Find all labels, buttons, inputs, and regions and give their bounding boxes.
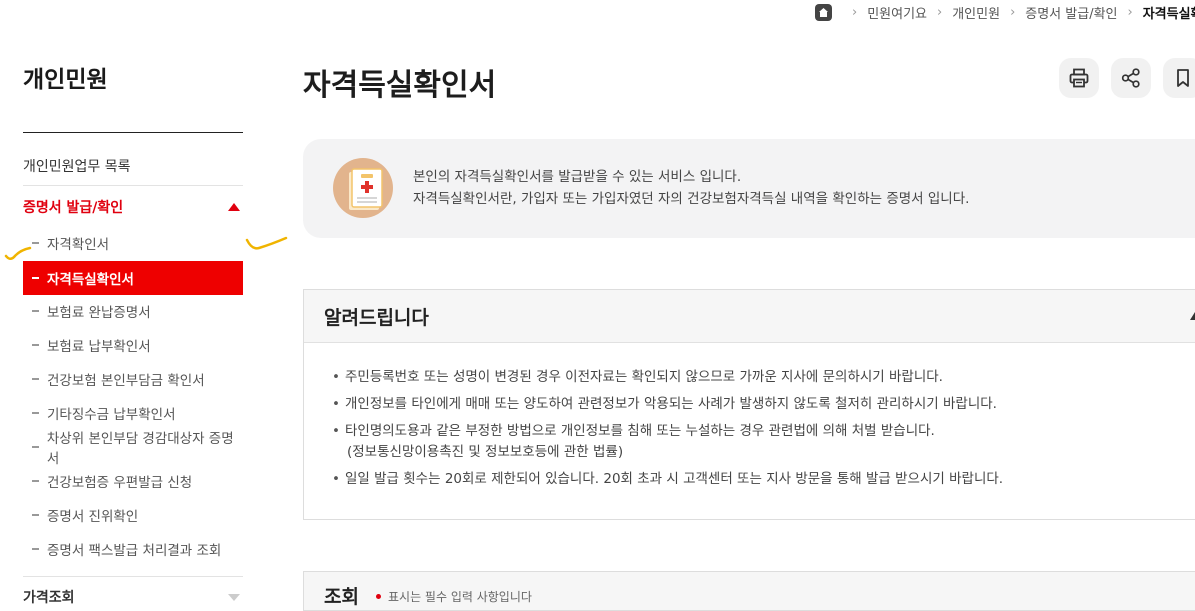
dash-icon [32, 344, 39, 346]
dash-icon [32, 378, 39, 380]
annotation-check-icon [4, 246, 32, 260]
service-description: 본인의 자격득실확인서를 발급받을 수 있는 서비스 입니다. 자격득실확인서란… [413, 166, 969, 210]
sidebar-subitem-label: 보험료 완납증명서 [47, 305, 151, 321]
search-title: 조회 [324, 586, 359, 608]
required-note: 표시는 필수 입력 사항입니다 [388, 590, 532, 604]
share-icon [1121, 68, 1140, 88]
chevron-right-icon: › [852, 4, 858, 20]
dash-icon [32, 277, 39, 279]
notice-list: 주민등록번호 또는 성명이 변경된 경우 이전자료는 확인되지 않으므로 가까운… [304, 343, 1195, 490]
breadcrumb-item[interactable]: 개인민원 [952, 3, 1000, 22]
notice-item-subtext: (정보통신망이용촉진 및 정보보호등에 관한 법률) [347, 444, 624, 460]
breadcrumb: › 민원여기요 › 개인민원 › 증명서 발급/확인 › 자격득실확인서 [815, 2, 1195, 22]
expand-arrow-icon [228, 593, 240, 601]
sidebar-subitem-active[interactable]: 자격득실확인서 [23, 261, 243, 295]
sidebar-section-price[interactable]: 가격조회 [23, 586, 243, 608]
share-button[interactable] [1111, 58, 1151, 98]
dash-icon [32, 446, 39, 448]
sidebar-section-label: 가격조회 [23, 590, 75, 606]
dash-icon [32, 310, 39, 312]
notice-item-text: 타인명의도용과 같은 부정한 방법으로 개인정보를 침해 또는 누설하는 경우 … [345, 423, 935, 439]
sidebar-subitem-label: 자격득실확인서 [47, 272, 134, 288]
search-panel: 조회 표시는 필수 입력 사항입니다 [303, 571, 1195, 611]
notice-item: 일일 발급 횟수는 20회로 제한되어 있습니다. 20회 초과 시 고객센터 … [332, 469, 1195, 490]
breadcrumb-item[interactable]: 증명서 발급/확인 [1025, 3, 1117, 22]
print-icon [1069, 68, 1089, 88]
required-dot-icon [376, 594, 381, 599]
collapse-arrow-icon[interactable] [1190, 312, 1195, 320]
annotation-check-icon [245, 236, 288, 250]
document-icon [333, 158, 393, 218]
sidebar-section-label: 증명서 발급/확인 [23, 200, 124, 216]
sidebar-item-complaint-list[interactable]: 개인민원업무 목록 [23, 156, 243, 176]
notice-item: 개인정보를 타인에게 매매 또는 양도하여 관련정보가 악용되는 사례가 발생하… [332, 394, 1195, 415]
breadcrumb-current: 자격득실확인서 [1142, 6, 1195, 22]
notice-panel: 알려드립니다 주민등록번호 또는 성명이 변경된 경우 이전자료는 확인되지 않… [303, 289, 1195, 520]
sidebar-subitem-label: 건강보험증 우편발급 신청 [47, 475, 193, 491]
sidebar-subitem[interactable]: 보험료 완납증명서 [23, 294, 243, 328]
dash-icon [32, 548, 39, 550]
sidebar-title: 개인민원 [23, 67, 108, 93]
dash-icon [32, 514, 39, 516]
sidebar-subitem[interactable]: 증명서 진위확인 [23, 498, 243, 532]
sidebar-subitem[interactable]: 건강보험증 우편발급 신청 [23, 464, 243, 498]
sidebar-subitem-label: 기타징수금 납부확인서 [47, 407, 176, 423]
sidebar-divider [23, 132, 243, 133]
notice-item: 타인명의도용과 같은 부정한 방법으로 개인정보를 침해 또는 누설하는 경우 … [332, 421, 1195, 463]
print-button[interactable] [1059, 58, 1099, 98]
page-title: 자격득실확인서 [303, 68, 497, 103]
bookmark-icon [1177, 69, 1189, 87]
breadcrumb-item[interactable]: 민원여기요 [867, 3, 927, 22]
sidebar-divider [23, 576, 243, 577]
sidebar-section-certificates[interactable]: 증명서 발급/확인 [23, 196, 243, 218]
sidebar-subitem-label: 자격확인서 [47, 237, 110, 253]
dash-icon [32, 480, 39, 482]
chevron-right-icon: › [1127, 4, 1133, 20]
sidebar-subitem[interactable]: 차상위 본인부담 경감대상자 증명서 [23, 430, 243, 467]
sidebar-subitem[interactable]: 건강보험 본인부담금 확인서 [23, 362, 243, 396]
notice-header[interactable]: 알려드립니다 [304, 290, 1195, 343]
sidebar-subitem-label: 증명서 팩스발급 처리결과 조회 [47, 543, 222, 559]
collapse-arrow-icon [228, 203, 240, 211]
chevron-right-icon: › [937, 4, 943, 20]
sidebar-subitem-label: 증명서 진위확인 [47, 509, 139, 525]
sidebar-subitem[interactable]: 증명서 팩스발급 처리결과 조회 [23, 532, 243, 566]
sidebar-subitem[interactable]: 자격확인서 [23, 226, 243, 260]
sidebar-divider [23, 185, 243, 186]
sidebar-subitem[interactable]: 보험료 납부확인서 [23, 328, 243, 362]
notice-title: 알려드립니다 [324, 306, 429, 329]
notice-item-text: 개인정보를 타인에게 매매 또는 양도하여 관련정보가 악용되는 사례가 발생하… [345, 396, 997, 412]
notice-item: 주민등록번호 또는 성명이 변경된 경우 이전자료는 확인되지 않으므로 가까운… [332, 367, 1195, 388]
sidebar-subitem[interactable]: 기타징수금 납부확인서 [23, 396, 243, 430]
bookmark-button[interactable] [1163, 58, 1195, 98]
dash-icon [32, 412, 39, 414]
sidebar-subitem-label: 건강보험 본인부담금 확인서 [47, 373, 205, 389]
chevron-right-icon: › [1010, 4, 1016, 20]
service-description-line: 자격득실확인서란, 가입자 또는 가입자였던 자의 건강보험자격득실 내역을 확… [413, 191, 970, 207]
service-info-box: 본인의 자격득실확인서를 발급받을 수 있는 서비스 입니다. 자격득실확인서란… [303, 139, 1195, 238]
home-icon[interactable] [815, 3, 832, 21]
sidebar-subitem-label: 보험료 납부확인서 [47, 339, 151, 355]
sidebar-subitem-label: 차상위 본인부담 경감대상자 증명서 [46, 431, 234, 467]
service-description-line: 본인의 자격득실확인서를 발급받을 수 있는 서비스 입니다. [413, 169, 742, 185]
notice-item-text: 일일 발급 횟수는 20회로 제한되어 있습니다. 20회 초과 시 고객센터 … [345, 471, 1004, 487]
notice-item-text: 주민등록번호 또는 성명이 변경된 경우 이전자료는 확인되지 않으므로 가까운… [345, 369, 943, 385]
